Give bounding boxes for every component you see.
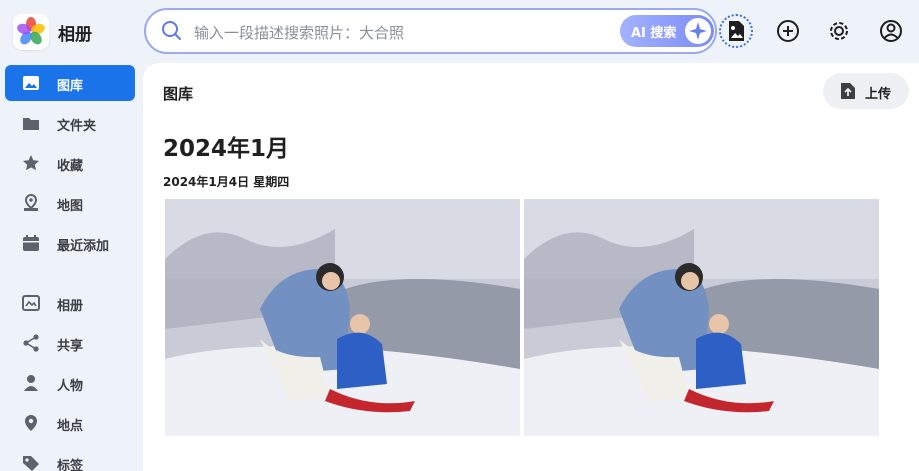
add-icon[interactable] — [771, 14, 805, 48]
sidebar-item-label: 相册 — [57, 299, 84, 314]
flower-logo-icon — [17, 17, 45, 45]
settings-gear-icon[interactable] — [822, 14, 856, 48]
main-panel: 图库 上传 2024年1月 2024年1月4日 星期四 — [143, 63, 919, 471]
upload-button[interactable]: 上传 — [823, 73, 909, 109]
sidebar-item-label: 收藏 — [57, 159, 84, 174]
account-icon[interactable] — [874, 14, 908, 48]
photo-thumbnail[interactable] — [165, 199, 520, 436]
album-icon — [22, 295, 40, 311]
tag-icon — [23, 456, 39, 471]
map-pin-icon — [24, 193, 38, 211]
date-heading: 2024年1月4日 星期四 — [163, 175, 290, 189]
sidebar-item-label: 人物 — [57, 379, 84, 394]
ai-search-label: AI 搜索 — [631, 26, 677, 41]
page-title: 图库 — [163, 85, 194, 103]
sidebar-item-people[interactable]: 人物 — [5, 365, 135, 401]
calendar-icon — [23, 235, 39, 251]
star-icon — [23, 155, 39, 171]
upload-label: 上传 — [865, 87, 892, 102]
sidebar-item-label: 共享 — [57, 339, 84, 354]
sidebar: 图库 文件夹 收藏 地图 最近添加 相册 共享 人物 地点 标签 — [0, 63, 143, 471]
sidebar-item-sharing[interactable]: 共享 — [5, 325, 135, 361]
sidebar-item-label: 图库 — [57, 79, 84, 94]
sidebar-item-folders[interactable]: 文件夹 — [5, 105, 135, 141]
file-upload-icon — [841, 83, 855, 99]
sidebar-item-map[interactable]: 地图 — [5, 185, 135, 221]
share-icon — [23, 334, 39, 352]
search-bar[interactable]: 输入一段描述搜索照片：大合照 AI 搜索 — [144, 8, 717, 54]
sidebar-item-tags[interactable]: 标签 — [5, 445, 135, 471]
sidebar-item-label: 文件夹 — [57, 119, 97, 134]
sidebar-item-label: 地图 — [57, 199, 84, 214]
app-title: 相册 — [58, 25, 92, 45]
search-input[interactable]: 输入一段描述搜索照片：大合照 — [194, 22, 404, 43]
app-logo[interactable] — [13, 14, 49, 50]
search-icon — [162, 21, 181, 40]
folder-icon — [23, 118, 39, 130]
image-upload-icon[interactable] — [719, 14, 753, 48]
sidebar-item-gallery[interactable]: 图库 — [5, 65, 135, 101]
person-icon — [24, 375, 38, 391]
sparkle-icon — [685, 18, 711, 44]
sidebar-item-places[interactable]: 地点 — [5, 405, 135, 441]
location-icon — [25, 415, 37, 431]
sidebar-item-favorites[interactable]: 收藏 — [5, 145, 135, 181]
top-bar: 相册 输入一段描述搜索照片：大合照 AI 搜索 — [0, 0, 919, 63]
sidebar-item-albums[interactable]: 相册 — [5, 285, 135, 321]
sidebar-item-recently-added[interactable]: 最近添加 — [5, 225, 135, 261]
photo-thumbnail[interactable] — [524, 199, 879, 436]
month-heading: 2024年1月 — [163, 136, 290, 162]
sidebar-item-label: 标签 — [57, 459, 84, 471]
ai-search-button[interactable]: AI 搜索 — [620, 15, 714, 47]
sidebar-item-label: 最近添加 — [57, 239, 110, 254]
photo-icon — [23, 76, 39, 90]
sidebar-item-label: 地点 — [57, 419, 84, 434]
